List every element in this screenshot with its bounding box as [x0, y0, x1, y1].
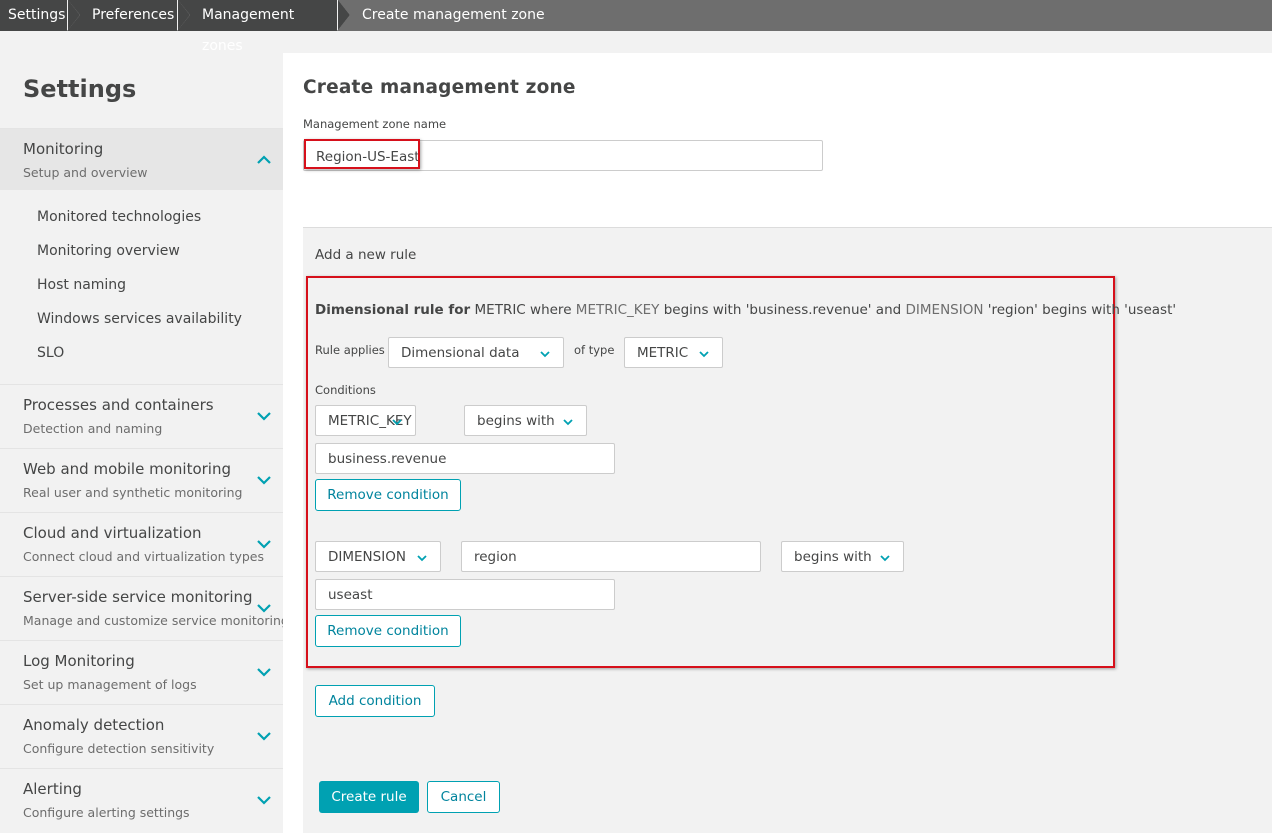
- input-value: useast: [328, 587, 373, 603]
- condition-value-input[interactable]: business.revenue: [315, 443, 615, 474]
- chevron-down-icon: [880, 555, 890, 562]
- chevron-down-icon[interactable]: [255, 663, 273, 681]
- sidebar-section-alerting[interactable]: Alerting Configure alerting settings: [0, 768, 283, 830]
- rule-desc-text: begins with 'business.revenue' and: [663, 302, 902, 318]
- section-subtitle: Detection and naming: [23, 421, 163, 436]
- chevron-down-icon[interactable]: [255, 535, 273, 553]
- chevron-down-icon: [699, 351, 709, 358]
- sidebar-section-web-mobile[interactable]: Web and mobile monitoring Real user and …: [0, 448, 283, 510]
- breadcrumb-label: Preferences: [92, 7, 175, 23]
- breadcrumb-settings[interactable]: Settings: [0, 0, 80, 31]
- condition-operator-dropdown[interactable]: begins with: [781, 541, 904, 572]
- section-subtitle: Set up management of logs: [23, 677, 197, 692]
- rule-description: Dimensional rule for METRIC where METRIC…: [315, 302, 1176, 318]
- sidebar-item-slo[interactable]: SLO: [37, 345, 64, 361]
- breadcrumb-current: Create management zone: [338, 0, 567, 31]
- sidebar-item-monitoring-overview[interactable]: Monitoring overview: [37, 243, 180, 259]
- chevron-up-icon[interactable]: [255, 151, 273, 169]
- section-label: Processes and containers: [23, 396, 214, 414]
- section-subtitle: Manage and customize service monitoring: [23, 613, 289, 628]
- chevron-down-icon: [417, 555, 427, 562]
- breadcrumb-label: Settings: [8, 7, 66, 23]
- dropdown-value: Dimensional data: [401, 345, 520, 361]
- page-title: Create management zone: [303, 77, 576, 98]
- breadcrumb-preferences[interactable]: Preferences: [68, 0, 190, 31]
- condition-value-input[interactable]: useast: [315, 579, 615, 610]
- rule-desc-keyword: DIMENSION: [905, 302, 984, 318]
- applies-to-dropdown[interactable]: Dimensional data: [388, 337, 564, 368]
- condition-key-dropdown[interactable]: METRIC_KEY: [315, 405, 416, 436]
- condition-key-dropdown[interactable]: DIMENSION: [315, 541, 441, 572]
- chevron-down-icon[interactable]: [255, 599, 273, 617]
- chevron-down-icon[interactable]: [255, 791, 273, 809]
- breadcrumb-label: Create management zone: [362, 7, 545, 23]
- input-value: business.revenue: [328, 451, 447, 467]
- sidebar-section-server-side[interactable]: Server-side service monitoring Manage an…: [0, 576, 289, 638]
- remove-condition-button[interactable]: Remove condition: [315, 615, 461, 647]
- type-dropdown[interactable]: METRIC: [624, 337, 723, 368]
- section-subtitle: Real user and synthetic monitoring: [23, 485, 243, 500]
- section-label: Log Monitoring: [23, 652, 135, 670]
- sidebar: Settings Monitoring Setup and overview M…: [0, 31, 289, 833]
- section-label: Web and mobile monitoring: [23, 460, 231, 478]
- highlight-box: [304, 139, 420, 169]
- section-label: Server-side service monitoring: [23, 588, 253, 606]
- sidebar-section-cloud[interactable]: Cloud and virtualization Connect cloud a…: [0, 512, 283, 574]
- of-type-label: of type: [574, 343, 615, 357]
- sidebar-item-windows-services[interactable]: Windows services availability: [37, 311, 242, 327]
- dropdown-value: METRIC: [637, 345, 689, 361]
- input-value: region: [474, 549, 517, 565]
- rule-desc-text: METRIC: [474, 302, 526, 318]
- sidebar-section-monitoring[interactable]: Monitoring Setup and overview: [0, 128, 283, 190]
- sidebar-item-monitored-technologies[interactable]: Monitored technologies: [37, 209, 201, 225]
- rule-desc-bold: Dimensional rule for: [315, 302, 471, 318]
- add-condition-button[interactable]: Add condition: [315, 685, 435, 717]
- remove-condition-button[interactable]: Remove condition: [315, 479, 461, 511]
- dropdown-value: begins with: [794, 549, 872, 565]
- breadcrumb-management-zones[interactable]: Management zones: [178, 0, 350, 54]
- rule-desc-text: 'region' begins with 'useast': [987, 302, 1177, 318]
- section-label: Monitoring: [23, 140, 104, 158]
- chevron-down-icon[interactable]: [255, 471, 273, 489]
- sidebar-section-anomaly-detection[interactable]: Anomaly detection Configure detection se…: [0, 704, 283, 766]
- chevron-down-icon: [563, 419, 573, 426]
- conditions-label: Conditions: [315, 383, 376, 397]
- section-subtitle: Configure alerting settings: [23, 805, 190, 820]
- section-subtitle: Setup and overview: [23, 165, 148, 180]
- section-label: Anomaly detection: [23, 716, 165, 734]
- rule-desc-keyword: METRIC_KEY: [575, 302, 660, 318]
- dropdown-value: begins with: [477, 413, 555, 429]
- zone-name-label: Management zone name: [303, 117, 447, 131]
- sidebar-section-log-monitoring[interactable]: Log Monitoring Set up management of logs: [0, 640, 283, 702]
- chevron-down-icon[interactable]: [255, 727, 273, 745]
- rule-desc-text: where: [530, 302, 572, 318]
- create-rule-button[interactable]: Create rule: [319, 781, 419, 813]
- chevron-down-icon[interactable]: [255, 407, 273, 425]
- dropdown-value: DIMENSION: [328, 549, 406, 565]
- main-panel: Create management zone Management zone n…: [283, 53, 1272, 833]
- section-label: Cloud and virtualization: [23, 524, 202, 542]
- section-label: Alerting: [23, 780, 82, 798]
- sidebar-item-host-naming[interactable]: Host naming: [37, 277, 126, 293]
- sidebar-section-processes[interactable]: Processes and containers Detection and n…: [0, 384, 283, 446]
- section-subtitle: Configure detection sensitivity: [23, 741, 215, 756]
- chevron-down-icon: [540, 351, 550, 358]
- breadcrumb: Settings Preferences Management zones Cr…: [0, 0, 1272, 54]
- cancel-button[interactable]: Cancel: [427, 781, 500, 813]
- chevron-down-icon: [392, 419, 402, 426]
- add-rule-label: Add a new rule: [315, 247, 417, 263]
- dimension-key-input[interactable]: region: [461, 541, 761, 572]
- section-subtitle: Connect cloud and virtualization types: [23, 549, 264, 564]
- condition-operator-dropdown[interactable]: begins with: [464, 405, 587, 436]
- rule-editor: Add a new rule Dimensional rule for METR…: [303, 227, 1272, 833]
- sidebar-title: Settings: [23, 75, 137, 103]
